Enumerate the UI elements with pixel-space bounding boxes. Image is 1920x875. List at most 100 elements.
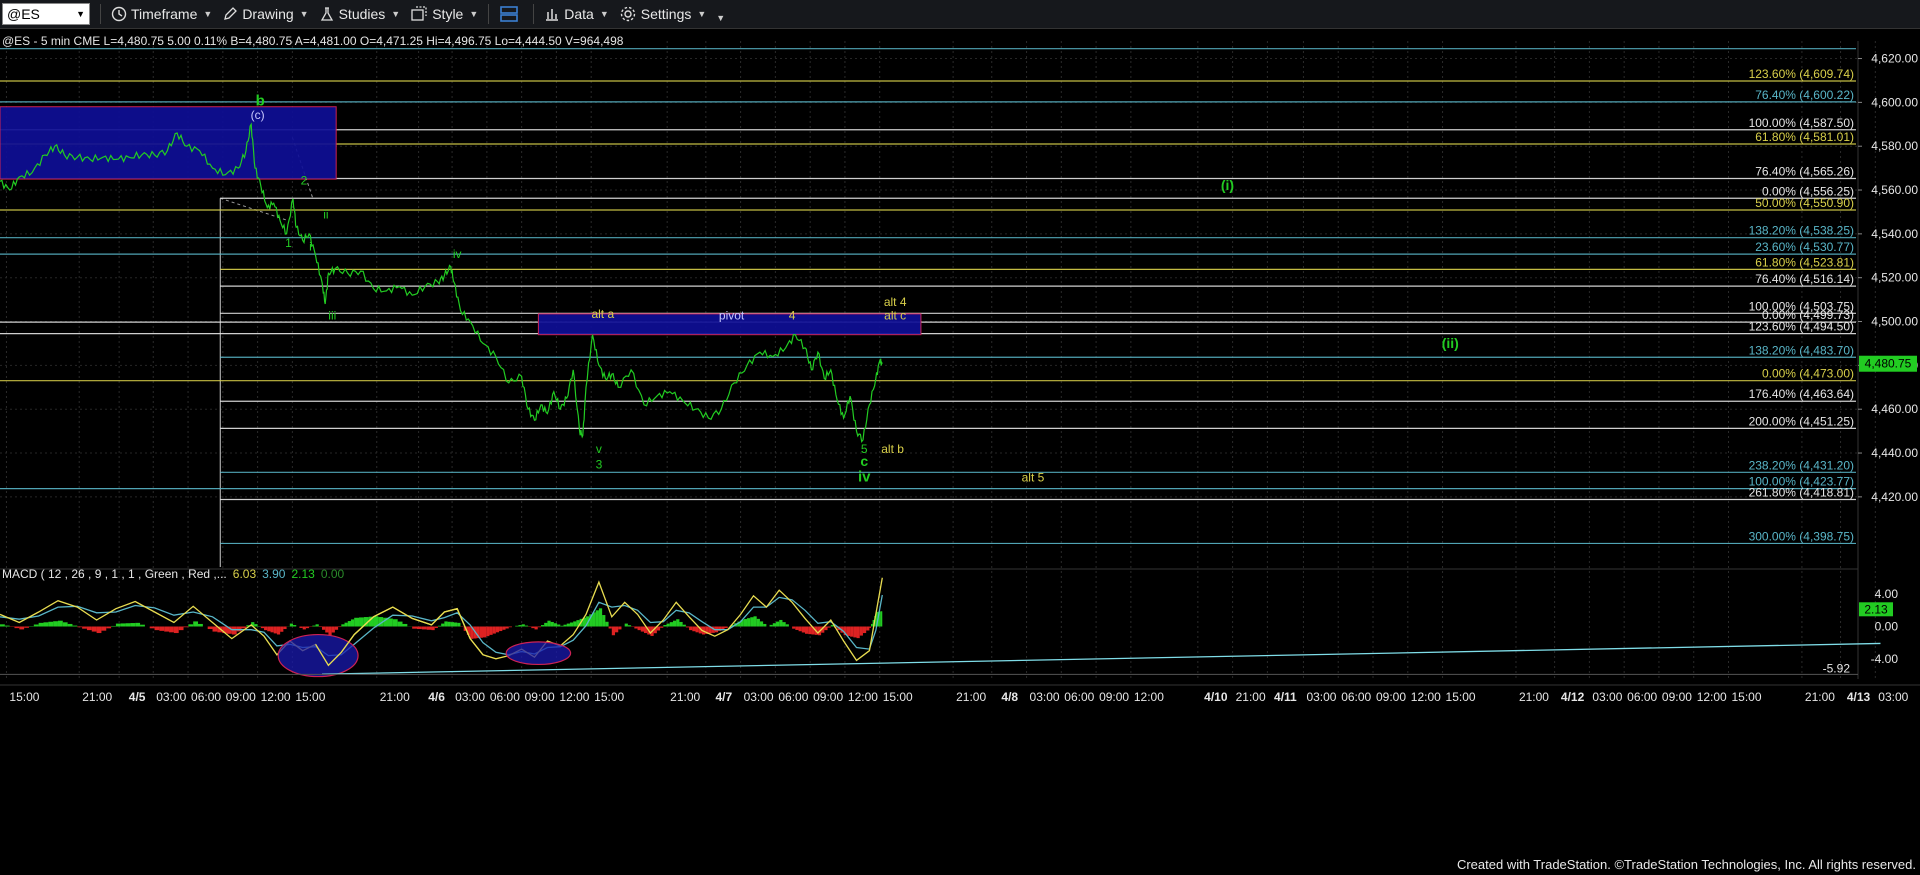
time-tick-label: 06:00 [1627,690,1657,704]
time-tick-label: 06:00 [490,690,520,704]
chevron-down-icon: ▼ [76,9,85,19]
macd-histogram-bar [862,626,867,634]
fib-level-label: 200.00% (4,451.25) [1749,414,1854,428]
macd-histogram-bar [553,623,558,627]
macd-histogram-bar [666,623,670,627]
chart-area[interactable]: 123.60% (4,609.74) 76.40% (4,600.22) 100.0… [0,29,1920,855]
time-tick-label: 06:00 [1064,690,1094,704]
wave-label: v [596,442,602,456]
drawing-button[interactable]: Drawing ▼ [222,6,309,22]
time-tick-label: 15:00 [883,690,913,704]
fib-level-label: 61.80% (4,581.01) [1755,130,1854,144]
macd-histogram-bar [660,626,664,628]
time-tick-label: 4/8 [1001,690,1018,704]
price-tick-label: 4,500.00 [1871,315,1918,329]
time-tick-label: 09:00 [1662,690,1692,704]
pencil-icon [224,7,238,20]
studies-button[interactable]: Studies ▼ [319,6,400,22]
overflow-icon[interactable]: ▼ [716,13,725,23]
macd-histogram-bar [724,626,728,628]
macd-histogram-bar [283,626,287,630]
time-tick-label: 21:00 [1805,690,1835,704]
data-label: Data [564,6,594,22]
macd-histogram-bar [14,626,20,629]
macd-histogram-bar [106,626,112,629]
macd-histogram-bar [72,625,78,627]
fib-level-label: 76.40% (4,516.14) [1755,272,1854,286]
macd-histogram-bar [334,626,339,630]
macd-histogram-bar [880,611,883,627]
macd-histogram-bar [169,626,174,633]
data-button[interactable]: Data ▼ [544,6,609,22]
macd-histogram-bar [454,622,458,627]
macd-histogram-bar [207,626,213,630]
clock-icon [111,6,127,22]
macd-histogram-bar [431,626,435,631]
macd-histogram-bar [120,623,126,627]
fib-level-label: 50.00% (4,550.90) [1755,196,1854,210]
macd-histogram-bar [566,623,570,627]
time-tick-label: 09:00 [813,690,843,704]
macd-histogram-bar [19,626,25,630]
chevron-down-icon: ▼ [299,9,309,19]
macd-histogram-bar [293,625,297,627]
time-tick-label: 15:00 [594,690,624,704]
macd-histogram-bar [302,626,306,630]
wave-label: alt a [591,307,614,321]
fib-level-label: 61.80% (4,523.81) [1755,255,1854,269]
toolbar-divider [533,4,535,24]
macd-histogram-bar [450,622,455,627]
time-tick-label: 06:00 [191,690,221,704]
timeframe-button[interactable]: Timeframe ▼ [111,6,212,22]
layout-button[interactable] [499,5,523,23]
price-tick-label: 4,580.00 [1871,139,1918,153]
macd-histogram-bar [689,626,693,631]
macd-histogram-bar [547,620,551,627]
fib-level-label: 23.60% (4,530.77) [1755,240,1854,254]
macd-histogram-bar [264,626,268,631]
wave-label: i [309,239,312,253]
wave-label: (i) [1221,177,1234,193]
macd-histogram-bar [388,618,393,627]
price-tick-label: 4,540.00 [1871,227,1918,241]
macd-histogram-bar [634,626,638,629]
macd-histogram-bar [96,626,102,634]
price-tick-label: 4,600.00 [1871,95,1918,109]
macd-histogram-bar [312,625,316,627]
time-tick-label: 09:00 [1376,690,1406,704]
time-tick-label: 03:00 [1306,690,1336,704]
macd-histogram-bar [795,626,799,630]
macd-histogram-bar [77,626,83,628]
price-chart[interactable]: 123.60% (4,609.74) 76.40% (4,600.22) 100.0… [0,29,1920,855]
chevron-down-icon: ▼ [203,9,213,19]
fib-level-label: 0.00% (4,473.00) [1762,367,1854,381]
wave-label: 3 [596,457,603,471]
settings-button[interactable]: Settings ▼ ▼ [619,5,725,23]
fib-level-label: 261.80% (4,418.81) [1749,485,1854,499]
macd-tick-label: -4.00 [1871,652,1899,666]
fib-level-label: 123.60% (4,609.74) [1749,67,1854,81]
symbol-header: @ES - 5 min CME L=4,480.75 5.00 0.11% B=… [2,34,624,48]
style-button[interactable]: Style ▼ [410,6,478,22]
style-icon [411,6,427,21]
wave-label: iv [858,469,871,486]
macd-histogram-bar [801,626,805,633]
macd-histogram-bar [866,626,870,631]
macd-histogram-bar [502,626,506,630]
macd-histogram-bar [859,626,863,636]
fib-level-label: 176.40% (4,463.64) [1749,387,1854,401]
macd-histogram-bar [341,624,345,627]
macd-histogram-bar [676,619,680,627]
macd-histogram-bar [846,626,851,636]
macd-histogram-bar [164,626,170,632]
wave-label: alt 4 [884,295,907,309]
macd-histogram-bar [747,618,751,627]
macd-histogram-bar [518,625,522,627]
wave-label: iv [453,247,462,261]
time-tick-label: 03:00 [744,690,774,704]
macd-histogram-bar [750,617,754,627]
wave-label: 1 [285,236,292,250]
wave-label: alt c [884,308,906,322]
symbol-selector[interactable]: @ES ▼ [2,3,90,25]
macd-histogram-bar [322,626,326,630]
